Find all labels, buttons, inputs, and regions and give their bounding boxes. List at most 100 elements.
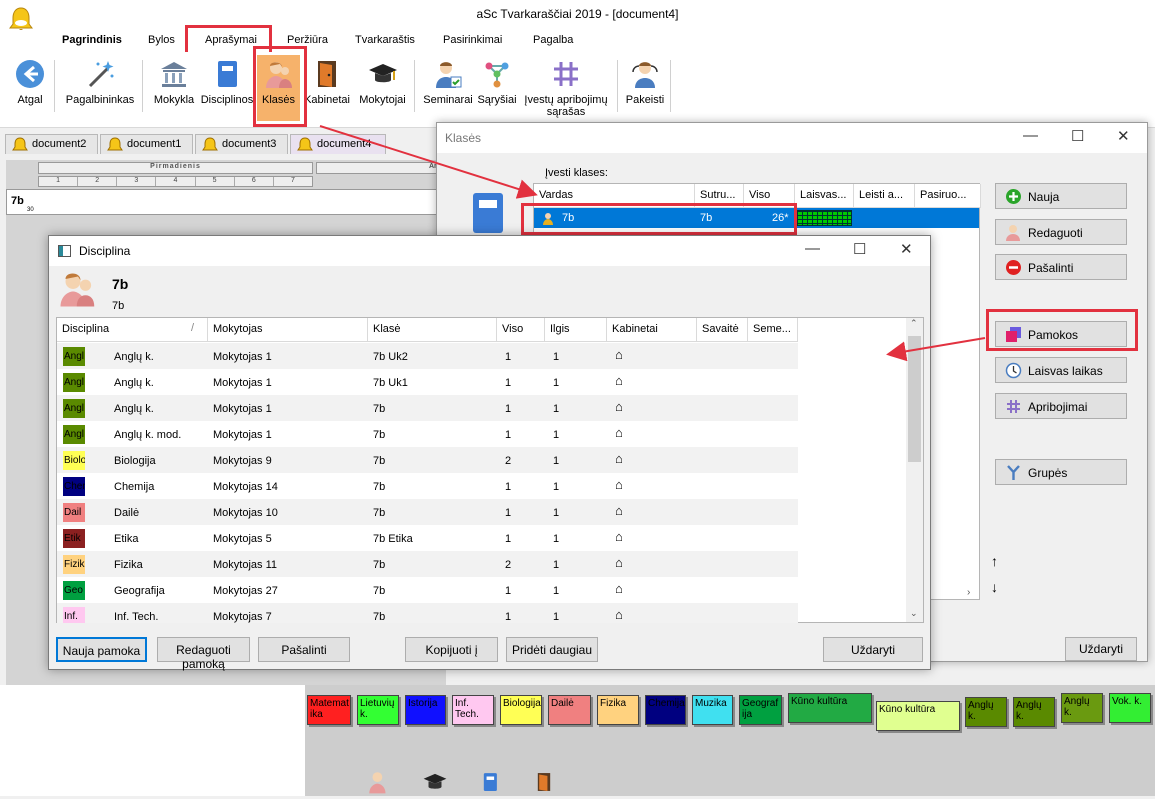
pasalinti-pamoka-button[interactable]: Pašalinti [258,637,350,662]
klases-uzdaryti-button[interactable]: Uždaryti [1065,637,1137,661]
lesson-card[interactable]: Muzika [692,695,733,725]
pasalinti-button[interactable]: Pašalinti [995,254,1127,280]
lesson-card[interactable]: Lietuvių k. [357,695,399,725]
kopijuoti-button[interactable]: Kopijuoti į [405,637,498,662]
seminarai-button[interactable]: Seminarai [420,55,476,121]
room-house-icon[interactable]: ⌂ [615,607,623,622]
lesson-card[interactable]: Anglų k. [965,697,1007,727]
table-row[interactable]: Chem Chemija Mokytojas 14 7b 1 1 ⌂ [57,473,798,499]
scrollbar-thumb[interactable] [908,336,921,462]
apribojimu-sarasas-button[interactable]: Įvestų apribojimų sąrašas [520,55,612,121]
table-row[interactable]: Inf. Inf. Tech. Mokytojas 7 7b 1 1 ⌂ [57,603,798,623]
menu-tvarkarastis[interactable]: Tvarkaraštis [355,34,415,46]
scroll-right-arrow-icon[interactable]: › [967,587,970,598]
col-pasiruosimas[interactable]: Pasiruo... [915,184,981,208]
lesson-card[interactable]: Kūno kultūra [876,701,960,731]
menu-perziura[interactable]: Peržiūra [287,34,328,46]
mokykla-button[interactable]: Mokykla [150,55,198,121]
table-row[interactable]: Biolo Biologija Mokytojas 9 7b 2 1 ⌂ [57,447,798,473]
minimize-button[interactable]: — [805,240,820,257]
lesson-card[interactable]: Chemija [645,695,686,725]
col-laisvas[interactable]: Laisvas... [795,184,854,208]
grupes-button[interactable]: Grupės [995,459,1127,485]
col-ilgis[interactable]: Ilgis [545,318,607,342]
lesson-card[interactable]: Matemat ika [307,695,351,725]
lesson-card[interactable]: Anglų k. [1013,697,1055,727]
col-leisti[interactable]: Leisti a... [854,184,915,208]
col-viso[interactable]: Viso [497,318,545,342]
col-klase[interactable]: Klasė [368,318,497,342]
col-savaite[interactable]: Savaitė [697,318,748,342]
lesson-card[interactable]: Geograf ija [739,695,782,725]
scroll-up-arrow-icon[interactable]: ⌃ [910,318,918,329]
pakeisti-button[interactable]: Pakeisti [622,55,668,121]
tab-document2[interactable]: document2 [5,134,98,154]
table-row[interactable]: Angl Anglų k. mod. Mokytojas 1 7b 1 1 ⌂ [57,421,798,447]
scroll-down-arrow-icon[interactable]: ⌄ [910,608,918,619]
lesson-card[interactable]: Biologija [500,695,542,725]
door-icon[interactable] [533,768,555,796]
nauja-button[interactable]: Nauja [995,183,1127,209]
move-up-arrow-icon[interactable]: ↑ [991,553,998,569]
book-icon[interactable] [479,768,501,796]
tab-document3[interactable]: document3 [195,134,288,154]
prideti-daugiau-button[interactable]: Pridėti daugiau [506,637,598,662]
table-row[interactable]: Angl Anglų k. Mokytojas 1 7b Uk1 1 1 ⌂ [57,369,798,395]
nauja-pamoka-button[interactable]: Nauja pamoka [56,637,147,662]
close-button[interactable]: ✕ [900,240,913,258]
room-house-icon[interactable]: ⌂ [615,373,623,388]
room-house-icon[interactable]: ⌂ [615,555,623,570]
move-down-arrow-icon[interactable]: ↓ [991,579,998,595]
table-row[interactable]: Angl Anglų k. Mokytojas 1 7b Uk2 1 1 ⌂ [57,343,798,369]
menu-pasirinkimai[interactable]: Pasirinkimai [443,34,502,46]
vertical-scrollbar[interactable]: ⌃ ⌄ [906,318,923,622]
table-row[interactable]: Dail Dailė Mokytojas 10 7b 1 1 ⌂ [57,499,798,525]
apribojimai-button[interactable]: Apribojimai [995,393,1127,419]
lesson-card[interactable]: Inf. Tech. [452,695,494,725]
close-button[interactable]: ✕ [1117,127,1130,145]
lesson-card[interactable]: Istorija [405,695,446,725]
tab-document4[interactable]: document4 [290,134,386,154]
disciplinos-button[interactable]: Disciplinos [198,55,256,121]
graduation-cap-icon[interactable] [422,768,448,796]
minimize-button[interactable]: — [1023,127,1038,144]
room-house-icon[interactable]: ⌂ [615,451,623,466]
col-semestras[interactable]: Seme... [748,318,798,342]
tab-document1[interactable]: document1 [100,134,193,154]
sarysiai-button[interactable]: Sąryšiai [476,55,518,121]
lesson-card[interactable]: Anglų k. [1061,693,1103,723]
table-row[interactable]: Angl Anglų k. Mokytojas 1 7b 1 1 ⌂ [57,395,798,421]
col-kabinetai[interactable]: Kabinetai [607,318,697,342]
lesson-card[interactable]: Fizika [597,695,639,725]
room-house-icon[interactable]: ⌂ [615,425,623,440]
mokytojai-button[interactable]: Mokytojai [355,55,410,121]
room-house-icon[interactable]: ⌂ [615,399,623,414]
table-row[interactable]: Etik Etika Mokytojas 5 7b Etika 1 1 ⌂ [57,525,798,551]
timetable-row-7b[interactable]: 7b 30 [6,189,446,215]
lesson-card[interactable]: Dailė [548,695,591,725]
redaguoti-button[interactable]: Redaguoti [995,219,1127,245]
lesson-card[interactable]: Vok. k. [1109,693,1151,723]
class-students-icon[interactable] [366,768,392,796]
room-house-icon[interactable]: ⌂ [615,347,623,362]
disciplina-uzdaryti-button[interactable]: Uždaryti [823,637,923,662]
col-disciplina[interactable]: Disciplina / [57,318,208,342]
redaguoti-pamoka-button[interactable]: Redaguoti pamoką [157,637,250,671]
room-house-icon[interactable]: ⌂ [615,581,623,596]
room-house-icon[interactable]: ⌂ [615,529,623,544]
maximize-button[interactable]: ☐ [1071,127,1084,145]
col-mokytojas[interactable]: Mokytojas [208,318,368,342]
room-house-icon[interactable]: ⌂ [615,477,623,492]
kabinetai-button[interactable]: Kabinetai [302,55,352,121]
table-row[interactable]: Fizik Fizika Mokytojas 11 7b 2 1 ⌂ [57,551,798,577]
atgal-button[interactable]: Atgal [10,55,50,121]
menu-pagrindinis[interactable]: Pagrindinis [62,34,122,46]
laisvas-laikas-button[interactable]: Laisvas laikas [995,357,1127,383]
menu-pagalba[interactable]: Pagalba [533,34,573,46]
menu-bylos[interactable]: Bylos [148,34,175,46]
table-row[interactable]: Geo Geografija Mokytojas 27 7b 1 1 ⌂ [57,577,798,603]
pagalbininkas-button[interactable]: Pagalbininkas [62,55,138,121]
lesson-card[interactable]: Kūno kultūra [788,693,872,723]
room-house-icon[interactable]: ⌂ [615,503,623,518]
maximize-button[interactable]: ☐ [853,240,866,258]
